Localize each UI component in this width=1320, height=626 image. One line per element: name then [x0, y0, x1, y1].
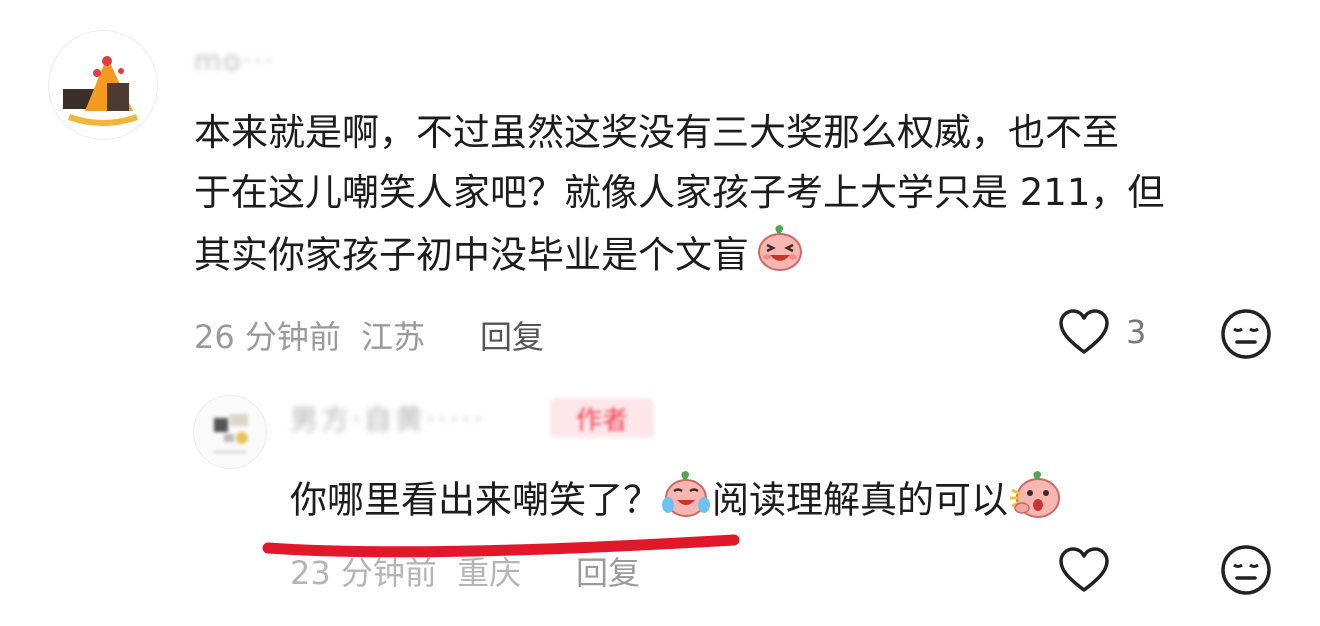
comment-username[interactable]: mo···: [194, 44, 275, 77]
heart-outline-icon: [1059, 309, 1109, 354]
reply-avatar[interactable]: [193, 395, 267, 469]
comment-text: 本来就是啊，不过虽然这奖没有三大奖那么权威，也不至 于在这儿嘲笑人家吧？就像人家…: [194, 103, 1274, 291]
comment-text-line: 其实你家孩子初中没毕业是个文盲: [194, 223, 1274, 291]
meh-face-icon: [1221, 309, 1271, 359]
reply-reply-button[interactable]: 回复: [576, 548, 640, 594]
reply-username[interactable]: 男方·自黄·····: [290, 398, 485, 438]
reply-avatar-image: [214, 414, 248, 453]
tears-of-joy-emoji-icon: [660, 469, 712, 535]
dislike-button[interactable]: [1220, 308, 1272, 364]
reply-text-part: 你哪里看出来嘲笑了？: [290, 478, 660, 522]
avatar-cheese-icon: [63, 56, 138, 126]
comment-meta: 26 分钟前 江苏: [194, 312, 425, 358]
like-button[interactable]: 3: [1058, 308, 1146, 356]
reply-meta: 23 分钟前 重庆: [290, 548, 521, 594]
comment-location: 江苏: [361, 318, 426, 356]
reply-text: 你哪里看出来嘲笑了？ 阅读理解真的可以: [290, 468, 1062, 536]
reply-like-button[interactable]: [1058, 546, 1110, 598]
reply-button[interactable]: 回复: [480, 312, 544, 358]
shocked-emoji-icon: [1008, 468, 1062, 536]
reply-dislike-button[interactable]: [1220, 544, 1272, 600]
reply-time: 23 分钟前: [290, 554, 437, 592]
like-count: 3: [1126, 313, 1147, 351]
heart-outline-icon: [1059, 547, 1109, 592]
laughing-emoji-icon: [755, 223, 805, 291]
avatar[interactable]: [48, 30, 158, 140]
comment-time: 26 分钟前: [194, 318, 341, 356]
comment-text-line: 于在这儿嘲笑人家吧？就像人家孩子考上大学只是 211，但: [194, 171, 1165, 214]
comment-text-line-end: 其实你家孩子初中没毕业是个文盲: [194, 233, 749, 277]
comment-text-line: 本来就是啊，不过虽然这奖没有三大奖那么权威，也不至: [194, 111, 1119, 154]
meh-face-icon: [1221, 545, 1271, 595]
reply-text-part: 阅读理解真的可以: [712, 478, 1008, 522]
reply-location: 重庆: [457, 554, 522, 592]
author-badge: 作者: [550, 398, 654, 438]
